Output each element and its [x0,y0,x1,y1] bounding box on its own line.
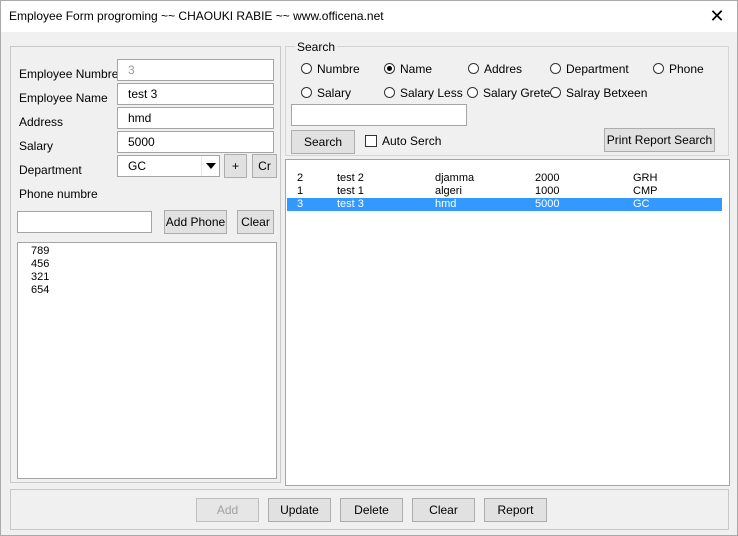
radio-label: Salray Betxeen [566,86,648,100]
cell-salary: 5000 [535,198,560,210]
radio-circle [468,63,479,74]
title-bar: Employee Form progroming ~~ CHAOUKI RABI… [1,1,737,32]
radio-circle [301,63,312,74]
cell-address: hmd [435,198,457,210]
cell-address: djamma [435,172,475,184]
radio-label: Salary Greter [483,86,555,100]
delete-button[interactable]: Delete [340,498,403,522]
cell-salary: 2000 [535,172,560,184]
employee-form-window: Employee Form progroming ~~ CHAOUKI RABI… [0,0,738,536]
radio-circle-selected [384,63,395,74]
list-item[interactable]: 789 [31,245,49,257]
radio-circle [467,87,478,98]
radio-label: Addres [484,62,523,76]
add-phone-button[interactable]: Add Phone [164,210,227,234]
cell-department: GC [633,198,650,210]
list-item[interactable]: 654 [31,284,49,296]
radio-circle [653,63,664,74]
radio-label: Phone [669,62,704,76]
cell-department: GRH [633,172,658,184]
results-list[interactable]: 2 test 2 djamma 2000 GRH 1 test 1 algeri… [285,159,730,486]
department-selected-value: GC [128,159,146,173]
cell-name: test 2 [337,172,364,184]
list-item[interactable]: 321 [31,271,49,283]
radio-label: Name [400,62,433,76]
cell-name: test 1 [337,185,364,197]
search-group-title: Search [295,40,338,54]
radio-circle [384,87,395,98]
window-title: Employee Form progroming ~~ CHAOUKI RABI… [9,9,384,23]
radio-label: Department [566,62,629,76]
update-button[interactable]: Update [268,498,331,522]
checkbox-box [365,135,377,147]
add-department-button[interactable]: + [224,154,247,178]
cell-address: algeri [435,185,462,197]
phone-input[interactable] [17,211,152,233]
employee-number-field: 3 [117,59,274,81]
report-button[interactable]: Report [484,498,547,522]
add-button: Add [196,498,259,522]
radio-label: Salary [317,86,352,100]
phone-list[interactable]: 789 456 321 654 [17,242,277,479]
department-select[interactable]: GC [117,155,220,177]
employee-name-label: Employee Name [19,91,108,105]
employee-name-field[interactable]: test 3 [117,83,274,105]
cell-id: 2 [297,172,304,184]
table-row-selected[interactable]: 3 test 3 hmd 5000 GC [287,198,722,211]
radio-label: Salary Less [400,86,463,100]
salary-label: Salary [19,139,54,153]
cell-name: test 3 [337,198,364,210]
chevron-down-icon[interactable] [201,156,219,176]
radio-circle [550,63,561,74]
radio-circle [301,87,312,98]
print-report-search-button[interactable]: Print Report Search [604,128,715,152]
list-item[interactable]: 456 [31,258,49,270]
radio-label: Numbre [317,62,360,76]
auto-search-label: Auto Serch [382,134,442,148]
address-label: Address [19,115,64,129]
radio-circle [550,87,561,98]
cell-id: 1 [297,185,304,197]
cell-id: 3 [297,198,304,210]
table-row[interactable]: 1 test 1 algeri 1000 CMP [287,185,722,198]
address-field[interactable]: hmd [117,107,274,129]
clear-phone-button[interactable]: Clear [237,210,274,234]
salary-field[interactable]: 5000 [117,131,274,153]
search-button[interactable]: Search [291,130,355,154]
phone-number-label: Phone numbre [19,187,98,201]
search-input[interactable] [291,104,467,126]
clear-button[interactable]: Clear [412,498,475,522]
table-row[interactable]: 2 test 2 djamma 2000 GRH [287,172,722,185]
department-label: Department [19,163,82,177]
close-icon[interactable]: ✕ [705,4,729,28]
create-department-button[interactable]: Cr [252,154,277,178]
cell-department: CMP [633,185,658,197]
employee-number-label: Employee Numbre [19,67,119,81]
cell-salary: 1000 [535,185,560,197]
